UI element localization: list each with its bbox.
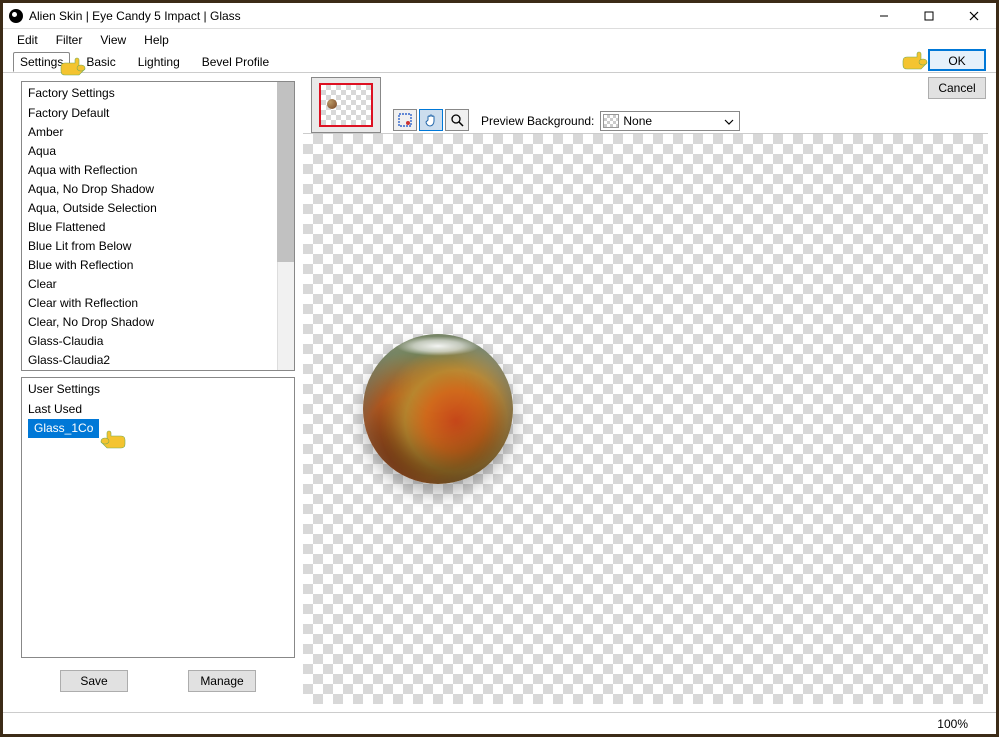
scrollbar-track[interactable] <box>277 82 294 370</box>
chevron-down-icon <box>721 114 737 130</box>
preview-rendered-object <box>363 334 513 484</box>
dialog-window: Alien Skin | Eye Candy 5 Impact | Glass … <box>0 0 999 737</box>
window-title: Alien Skin | Eye Candy 5 Impact | Glass <box>29 9 241 23</box>
list-item[interactable]: Blue Flattened <box>22 218 294 237</box>
thumbnail-content <box>327 99 337 109</box>
user-settings-list[interactable]: User Settings Last UsedGlass_1Co <box>21 377 295 658</box>
save-button[interactable]: Save <box>60 670 128 692</box>
user-list-header: User Settings <box>22 378 294 400</box>
tab-bevel-profile[interactable]: Bevel Profile <box>196 53 275 71</box>
zoom-tool-icon[interactable] <box>445 109 469 131</box>
list-item[interactable]: Blue with Reflection <box>22 256 294 275</box>
zoom-level: 100% <box>937 717 968 731</box>
preview-toolbar: Preview Background: None <box>303 73 996 133</box>
right-panel: Preview Background: None <box>303 73 996 712</box>
preview-area[interactable] <box>303 133 988 704</box>
maximize-button[interactable] <box>906 3 951 29</box>
hand-tool-icon[interactable] <box>419 109 443 131</box>
statusbar: 100% <box>3 712 996 734</box>
checker-swatch-icon <box>603 114 619 128</box>
list-item[interactable]: Blue Lit from Below <box>22 237 294 256</box>
close-button[interactable] <box>951 3 996 29</box>
menu-edit[interactable]: Edit <box>9 31 46 49</box>
thumbnail-selection <box>319 83 373 127</box>
minimize-button[interactable] <box>861 3 906 29</box>
window-controls <box>861 3 996 29</box>
list-item[interactable]: Aqua <box>22 142 294 161</box>
thumbnail-frame[interactable] <box>311 77 381 133</box>
list-item[interactable]: Glass_1Co <box>22 419 294 438</box>
preview-background-row: Preview Background: None <box>481 111 740 131</box>
manage-button[interactable]: Manage <box>188 670 256 692</box>
list-item[interactable]: Clear <box>22 275 294 294</box>
tabs-row: Settings Basic Lighting Bevel Profile OK… <box>3 51 996 73</box>
menu-view[interactable]: View <box>92 31 134 49</box>
tab-lighting[interactable]: Lighting <box>132 53 186 71</box>
preview-background-value: None <box>623 114 652 128</box>
preview-background-label: Preview Background: <box>481 114 594 128</box>
list-item[interactable]: Factory Default <box>22 104 294 123</box>
list-item[interactable]: Amber <box>22 123 294 142</box>
preview-tools <box>393 107 469 133</box>
settings-buttons-row: Save Manage <box>21 664 295 704</box>
tab-basic[interactable]: Basic <box>80 53 121 71</box>
ok-button[interactable]: OK <box>928 49 986 71</box>
menu-help[interactable]: Help <box>136 31 177 49</box>
list-item[interactable]: Glass-Claudia <box>22 332 294 351</box>
tab-settings[interactable]: Settings <box>13 52 70 72</box>
list-item[interactable]: Clear with Reflection <box>22 294 294 313</box>
factory-list-header: Factory Settings <box>22 82 294 104</box>
marquee-tool-icon[interactable] <box>393 109 417 131</box>
factory-settings-list[interactable]: Factory Settings Factory DefaultAmberAqu… <box>21 81 295 371</box>
list-item[interactable]: Clear, No Drop Shadow <box>22 313 294 332</box>
app-icon <box>9 9 23 23</box>
menu-filter[interactable]: Filter <box>48 31 91 49</box>
preview-background-select[interactable]: None <box>600 111 740 131</box>
list-item[interactable]: Last Used <box>22 400 294 419</box>
scrollbar-thumb[interactable] <box>277 82 294 262</box>
list-item[interactable]: Aqua, Outside Selection <box>22 199 294 218</box>
main-area: Factory Settings Factory DefaultAmberAqu… <box>3 73 996 712</box>
left-panel: Factory Settings Factory DefaultAmberAqu… <box>3 73 303 712</box>
titlebar: Alien Skin | Eye Candy 5 Impact | Glass <box>3 3 996 29</box>
list-item[interactable]: Aqua, No Drop Shadow <box>22 180 294 199</box>
list-item[interactable]: Glass-Claudia3 <box>22 370 294 371</box>
list-item[interactable]: Glass-Claudia2 <box>22 351 294 370</box>
list-item[interactable]: Aqua with Reflection <box>22 161 294 180</box>
menubar: Edit Filter View Help <box>3 29 996 51</box>
